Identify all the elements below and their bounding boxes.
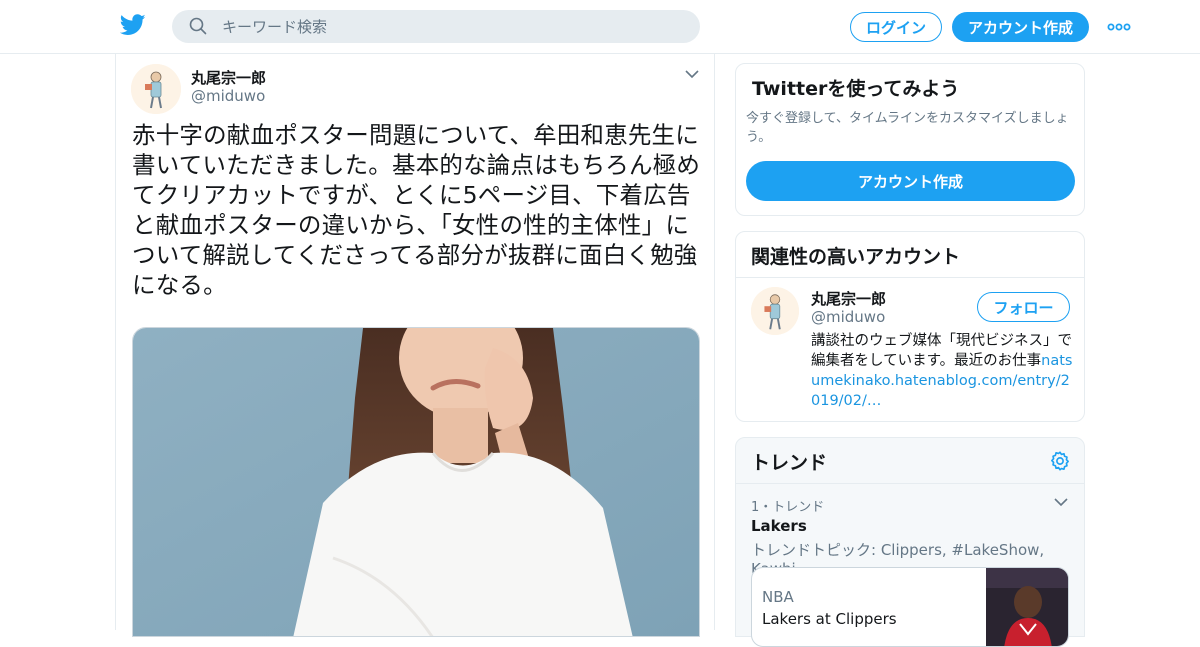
tweet-author-name[interactable]: 丸尾宗一郎: [191, 67, 266, 88]
search-bar[interactable]: [172, 10, 700, 43]
divider: [736, 483, 1084, 484]
related-account-name[interactable]: 丸尾宗一郎: [811, 288, 886, 309]
signup-button[interactable]: アカウント作成: [952, 12, 1089, 42]
avatar[interactable]: [131, 64, 181, 114]
trend-rank: 1・トレンド: [751, 500, 825, 515]
more-icon[interactable]: [1106, 17, 1132, 37]
news-headline: Lakers at Clippers: [762, 610, 897, 628]
tweet-card: 丸尾宗一郎 @miduwo 赤十字の献血ポスター問題について、牟田和恵先生に書い…: [115, 54, 715, 637]
trend-news-card[interactable]: NBA Lakers at Clippers: [751, 567, 1069, 647]
bio-text: 講談社のウェブ媒体「現代ビジネス」で編集者をしています。最近のお仕事: [811, 333, 1072, 369]
follow-button[interactable]: フォロー: [977, 292, 1070, 322]
related-account-bio: 講談社のウェブ媒体「現代ビジネス」で編集者をしています。最近のお仕事natsum…: [811, 331, 1073, 411]
twitter-bird-icon[interactable]: [120, 14, 146, 36]
search-icon: [189, 17, 207, 35]
news-thumbnail: [986, 568, 1068, 646]
related-account-handle[interactable]: @miduwo: [811, 308, 885, 326]
signup-prompt-card: Twitterを使ってみよう 今すぐ登録して、タイムラインをカスタマイズしましょ…: [735, 63, 1085, 216]
gear-icon[interactable]: [1049, 450, 1071, 472]
signup-prompt-description: 今すぐ登録して、タイムラインをカスタマイズしましょう。: [746, 111, 1069, 145]
trends-card: トレンド 1・トレンド Lakers トレンドトピック: Clippers, #…: [735, 437, 1085, 647]
top-navbar: ログイン アカウント作成: [0, 0, 1200, 54]
tweet-text: 赤十字の献血ポスター問題について、牟田和恵先生に書いていただきました。基本的な論…: [132, 121, 701, 299]
avatar[interactable]: [751, 287, 799, 335]
divider: [736, 277, 1084, 278]
signup-cta-button[interactable]: アカウント作成: [746, 161, 1075, 201]
search-input[interactable]: [222, 10, 682, 43]
chevron-down-icon[interactable]: [1054, 497, 1068, 507]
signup-prompt-title: Twitterを使ってみよう: [752, 78, 960, 100]
trends-title: トレンド: [751, 452, 828, 474]
trend-name[interactable]: Lakers: [751, 517, 807, 535]
tweet-media-image[interactable]: [132, 327, 700, 637]
related-accounts-title: 関連性の高いアカウント: [751, 246, 961, 268]
tweet-author-handle[interactable]: @miduwo: [191, 87, 265, 105]
related-accounts-card: 関連性の高いアカウント 丸尾宗一郎 @miduwo フォロー 講談社のウェブ媒体…: [735, 231, 1085, 422]
login-button[interactable]: ログイン: [850, 12, 942, 42]
news-category: NBA: [762, 588, 794, 606]
chevron-down-icon[interactable]: [684, 68, 700, 80]
